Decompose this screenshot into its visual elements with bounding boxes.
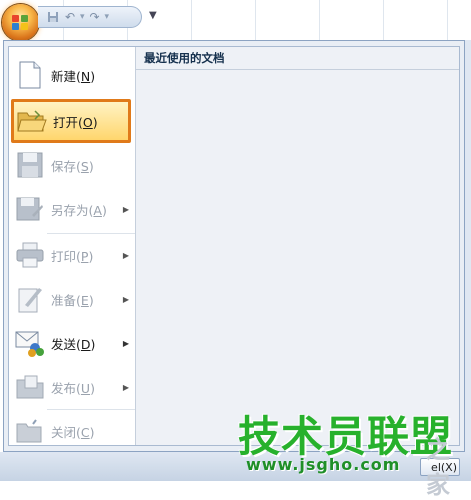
save-disk-icon (15, 150, 45, 180)
office-logo-icon (11, 14, 30, 31)
menu-item-print[interactable]: 打印(P) ▶ (9, 233, 135, 277)
menu-item-publish-key: U (80, 380, 91, 396)
office-menu-body: 新建(N) 打开(O) 保存(S) 另存为(A) ▶ 打印(P) ▶ 准备(E)… (8, 46, 460, 446)
menu-item-new-key: N (80, 68, 91, 84)
menu-item-save-as-key: A (93, 202, 102, 218)
menu-item-new[interactable]: 新建(N) (9, 53, 135, 97)
menu-item-publish-label: 发布 (51, 380, 77, 396)
menu-item-print-label: 打印 (51, 248, 77, 264)
watermark-url: www.jsgho.com (246, 455, 401, 474)
menu-item-close-label: 关闭 (51, 424, 77, 440)
menu-item-open[interactable]: 打开(O) (11, 99, 131, 143)
menu-item-open-label: 打开 (53, 114, 79, 130)
menu-item-print-key: P (80, 248, 89, 264)
menu-item-prepare-key: E (80, 292, 89, 308)
menu-item-save-key: S (80, 158, 89, 174)
submenu-arrow-icon: ▶ (122, 294, 129, 304)
redo-dropdown-icon[interactable]: ▾ (105, 12, 110, 22)
menu-item-send[interactable]: 发送(D) ▶ (9, 321, 135, 365)
submenu-arrow-icon: ▶ (122, 204, 129, 214)
undo-dropdown-icon[interactable]: ▾ (80, 12, 85, 22)
menu-item-close[interactable]: 关闭(C) (9, 409, 135, 453)
publish-icon (15, 372, 45, 402)
submenu-arrow-icon: ▶ (122, 338, 129, 348)
menu-item-close-key: C (80, 424, 90, 440)
menu-item-publish[interactable]: 发布(U) ▶ (9, 365, 135, 409)
menu-item-save[interactable]: 保存(S) (9, 143, 135, 187)
watermark-tail: 之家 (426, 436, 450, 499)
save-as-icon (15, 194, 45, 224)
recent-documents-title: 最近使用的文档 (136, 47, 459, 70)
menu-item-prepare-label: 准备 (51, 292, 77, 308)
undo-icon[interactable]: ↶ (63, 10, 77, 24)
new-document-icon (15, 60, 45, 90)
printer-icon (15, 240, 45, 270)
menu-item-send-key: D (80, 336, 91, 352)
menu-item-save-as-label: 另存为 (51, 202, 89, 218)
customize-toolbar-icon[interactable]: ▼ (149, 10, 157, 21)
menu-commands: 新建(N) 打开(O) 保存(S) 另存为(A) ▶ 打印(P) ▶ 准备(E)… (9, 47, 136, 445)
menu-item-save-as[interactable]: 另存为(A) ▶ (9, 187, 135, 231)
close-folder-icon (15, 416, 45, 446)
quick-access-toolbar: ↶ ▾ ↷ ▾ (38, 6, 142, 28)
menu-item-new-label: 新建 (51, 68, 77, 84)
save-icon[interactable] (46, 10, 60, 24)
menu-item-prepare[interactable]: 准备(E) ▶ (9, 277, 135, 321)
prepare-icon (15, 284, 45, 314)
menu-item-save-label: 保存 (51, 158, 77, 174)
recent-documents-pane: 最近使用的文档 (136, 47, 459, 445)
redo-icon[interactable]: ↷ (88, 10, 102, 24)
submenu-arrow-icon: ▶ (122, 382, 129, 392)
submenu-arrow-icon: ▶ (122, 250, 129, 260)
window-edge (465, 40, 471, 452)
send-icon (15, 328, 45, 358)
menu-item-send-label: 发送 (51, 336, 77, 352)
office-button[interactable] (2, 4, 39, 41)
office-menu: 新建(N) 打开(O) 保存(S) 另存为(A) ▶ 打印(P) ▶ 准备(E)… (3, 40, 465, 452)
open-folder-icon (17, 106, 47, 136)
menu-item-open-key: O (82, 114, 93, 130)
